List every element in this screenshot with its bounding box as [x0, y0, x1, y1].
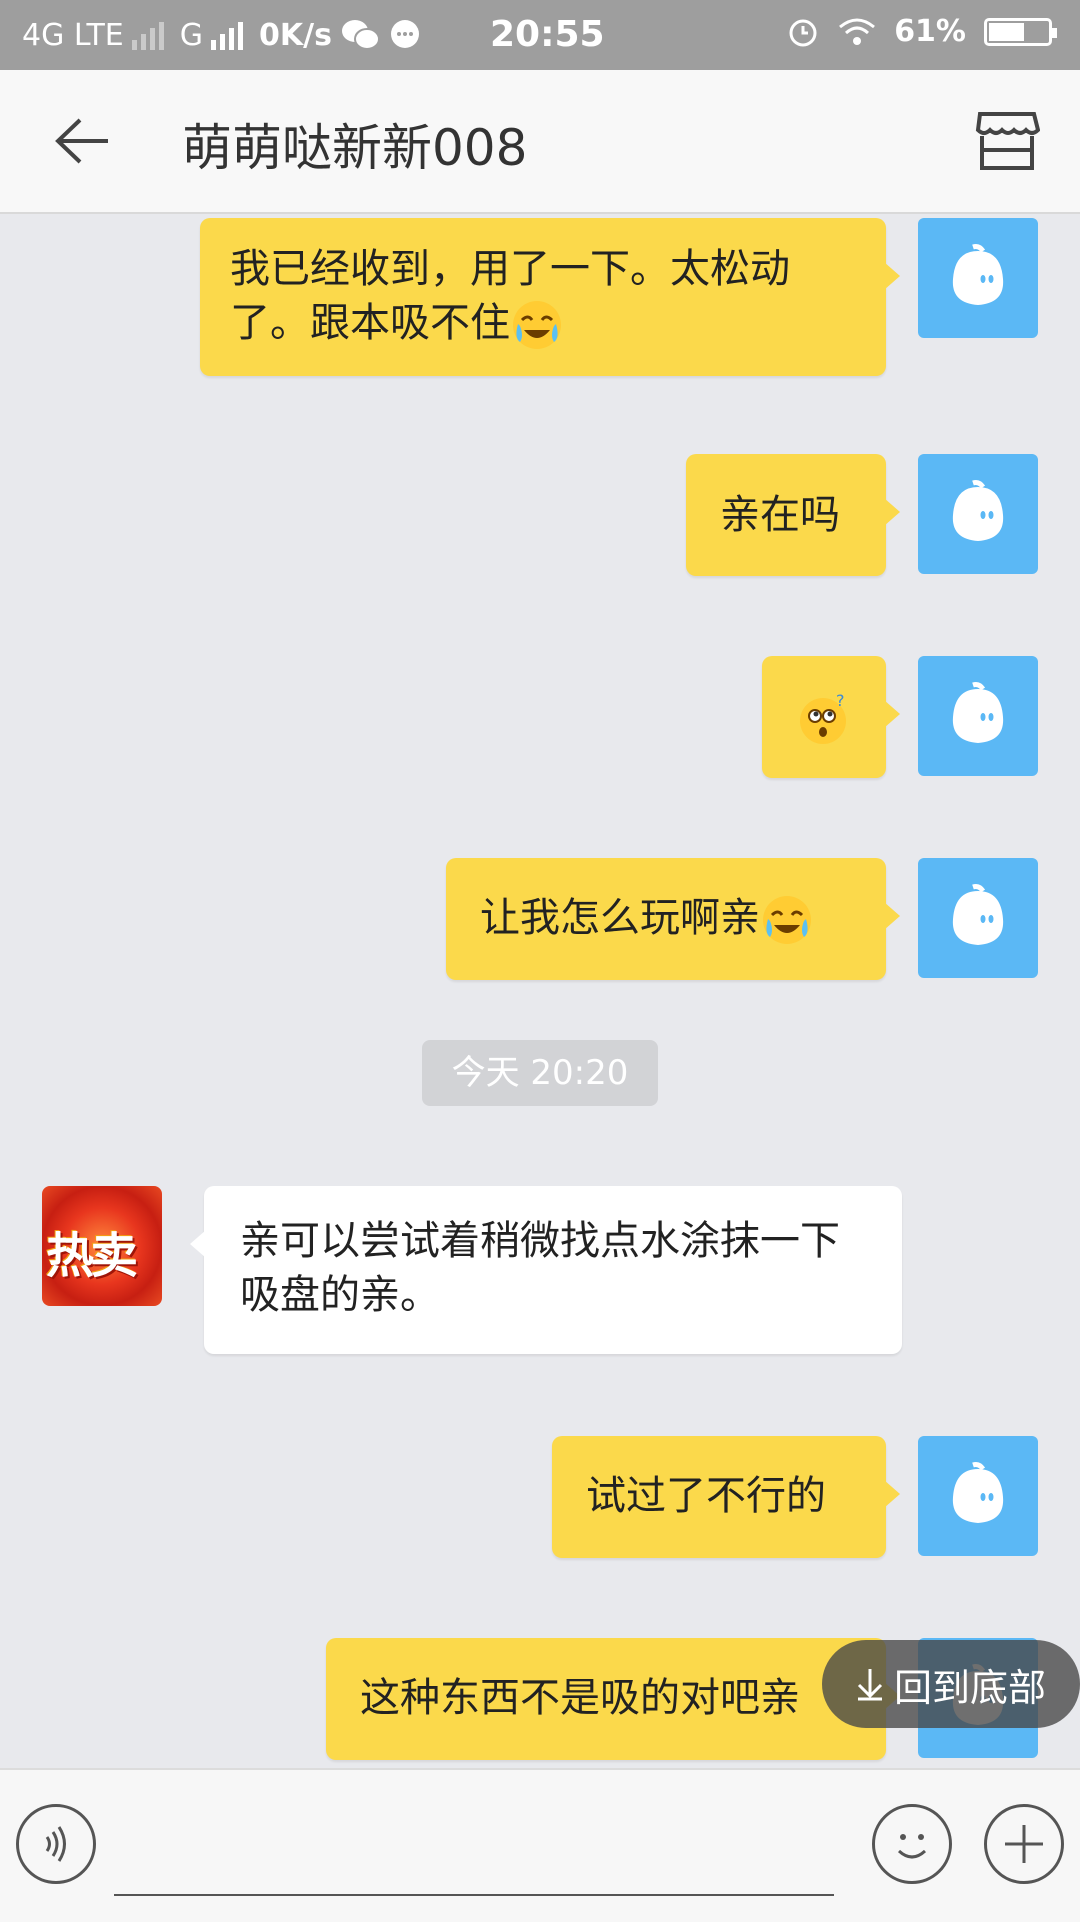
chat-header: 萌萌哒新新008: [0, 70, 1080, 214]
qq-penguin-icon: [952, 244, 1004, 305]
back-to-bottom-label: 回到底部: [893, 1665, 1046, 1710]
network-label-2: G: [179, 17, 203, 53]
shop-icon[interactable]: [974, 110, 1040, 172]
back-to-bottom-button[interactable]: 回到底部: [822, 1640, 1080, 1728]
message-bubble-sent[interactable]: 亲在吗: [686, 454, 900, 576]
battery-percent: 61%: [894, 14, 966, 49]
shop-avatar-label: 热卖: [46, 1228, 138, 1284]
message-icon: [390, 20, 419, 48]
status-bar: 4G LTE G 0K/s 20:55 61%: [0, 0, 1080, 70]
svg-text:?: ?: [836, 692, 845, 710]
confused-face-emoji-icon: ?: [800, 692, 846, 744]
my-avatar[interactable]: [918, 454, 1038, 574]
message-bubble-sent[interactable]: 我已经收到，用了一下。太松动了。跟本吸不住: [200, 218, 900, 376]
chat-title: 萌萌哒新新008: [182, 119, 528, 177]
wechat-icon: [341, 20, 380, 50]
back-arrow-icon[interactable]: [52, 116, 110, 166]
network-label: 4G LTE: [22, 17, 124, 53]
qq-penguin-icon: [952, 682, 1004, 743]
input-bar: [0, 1768, 1080, 1922]
crying-laugh-emoji-icon: [513, 301, 561, 349]
voice-icon[interactable]: [16, 1804, 96, 1884]
shop-avatar[interactable]: 热卖: [42, 1186, 162, 1306]
message-input[interactable]: [114, 1894, 834, 1896]
my-avatar[interactable]: [918, 858, 1038, 978]
my-avatar[interactable]: [918, 1436, 1038, 1556]
my-avatar[interactable]: [918, 218, 1038, 338]
my-avatar[interactable]: [918, 656, 1038, 776]
signal-icon-2: [210, 20, 243, 50]
timestamp-divider: 今天 20:20: [422, 1040, 658, 1106]
battery-icon: [984, 17, 1057, 46]
signal-icon: [131, 20, 164, 50]
qq-penguin-icon: [952, 884, 1004, 945]
message-bubble-sent[interactable]: 让我怎么玩啊亲: [446, 858, 900, 980]
qq-penguin-icon: [952, 480, 1004, 541]
clock: 20:55: [490, 14, 605, 55]
message-bubble-received[interactable]: 亲可以尝试着稍微找点水涂抹一下吸盘的亲。: [190, 1186, 902, 1354]
plus-icon[interactable]: [984, 1804, 1064, 1884]
smiley-icon[interactable]: [872, 1804, 952, 1884]
message-bubble-sent[interactable]: ?: [762, 656, 900, 778]
message-bubble-sent[interactable]: 试过了不行的: [552, 1436, 900, 1558]
network-speed: 0K/s: [258, 17, 332, 53]
wifi-icon: [839, 18, 876, 45]
qq-penguin-icon: [952, 1462, 1004, 1523]
down-arrow-icon: [857, 1669, 883, 1701]
message-bubble-sent[interactable]: 这种东西不是吸的对吧亲: [326, 1638, 900, 1760]
crying-laugh-emoji-icon: [763, 896, 811, 944]
alarm-icon: [789, 19, 817, 46]
